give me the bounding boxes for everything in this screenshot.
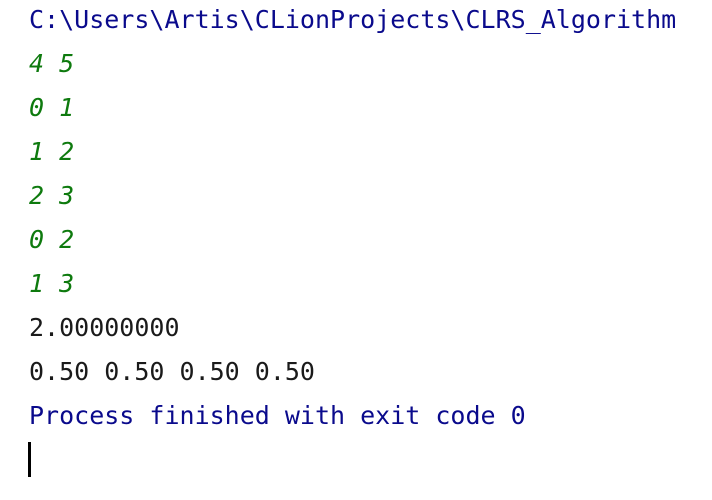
input-line: 4 5 (29, 49, 75, 78)
command-path: C:\Users\Artis\CLionProjects\CLRS_Algori… (29, 5, 677, 34)
input-line: 0 2 (29, 225, 75, 254)
exit-message: Process finished with exit code 0 (29, 401, 526, 430)
input-line: 0 1 (29, 93, 75, 122)
input-line: 1 3 (29, 269, 75, 298)
text-cursor[interactable] (28, 442, 31, 477)
input-line: 1 2 (29, 137, 75, 166)
output-line: 0.50 0.50 0.50 0.50 (29, 357, 315, 386)
output-line: 2.00000000 (29, 313, 180, 342)
run-console[interactable]: C:\Users\Artis\CLionProjects\CLRS_Algori… (0, 0, 712, 500)
input-line: 2 3 (29, 181, 75, 210)
